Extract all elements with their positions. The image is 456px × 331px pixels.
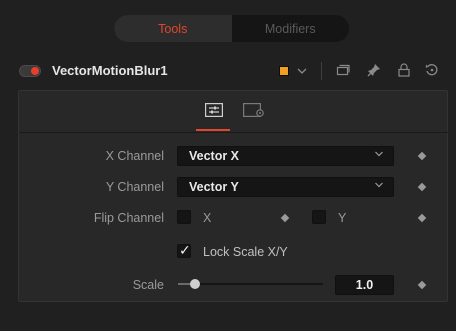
x-channel-select[interactable]: Vector X	[177, 146, 394, 166]
node-enable-toggle[interactable]	[19, 65, 41, 77]
tab-modifiers[interactable]: Modifiers	[232, 15, 350, 42]
y-channel-select[interactable]: Vector Y	[177, 177, 394, 197]
lock-scale-label: Lock Scale X/Y	[203, 245, 288, 259]
chevron-down-icon	[375, 151, 383, 157]
x-channel-value: Vector X	[189, 149, 240, 163]
scale-input[interactable]: 1.0	[335, 275, 394, 295]
active-subtab-indicator	[196, 129, 230, 131]
tool-tab-bar: Tools Modifiers	[114, 15, 349, 42]
y-channel-value: Vector Y	[189, 180, 239, 194]
checkmark-icon: ✓	[179, 243, 191, 259]
flip-y-label: Y	[338, 211, 347, 225]
controls-icon[interactable]	[205, 103, 223, 118]
node-title: VectorMotionBlur1	[52, 63, 168, 78]
inspector-subtabs	[19, 91, 449, 133]
flip-channel-label: Flip Channel	[93, 211, 164, 225]
scale-label: Scale	[132, 278, 164, 292]
flip-y-checkbox[interactable]	[312, 210, 326, 224]
flip-x-label: X	[203, 211, 212, 225]
lock-scale-checkbox[interactable]: ✓	[177, 243, 191, 259]
lock-icon[interactable]	[397, 63, 411, 80]
settings-icon[interactable]	[243, 103, 265, 118]
node-color-swatch[interactable]	[279, 66, 289, 76]
toggle-dot	[31, 67, 39, 75]
chevron-down-icon	[375, 182, 383, 188]
versions-icon[interactable]	[336, 63, 350, 80]
reset-icon[interactable]	[425, 63, 439, 80]
tab-tools[interactable]: Tools	[114, 15, 232, 42]
y-channel-label: Y Channel	[105, 180, 164, 194]
header-divider	[321, 62, 322, 80]
pin-icon[interactable]	[367, 63, 381, 80]
node-header: VectorMotionBlur1	[0, 54, 456, 88]
flip-x-checkbox[interactable]	[177, 210, 191, 224]
scale-slider[interactable]	[178, 279, 323, 289]
x-channel-label: X Channel	[105, 149, 164, 163]
color-dropdown-icon[interactable]	[297, 64, 307, 79]
